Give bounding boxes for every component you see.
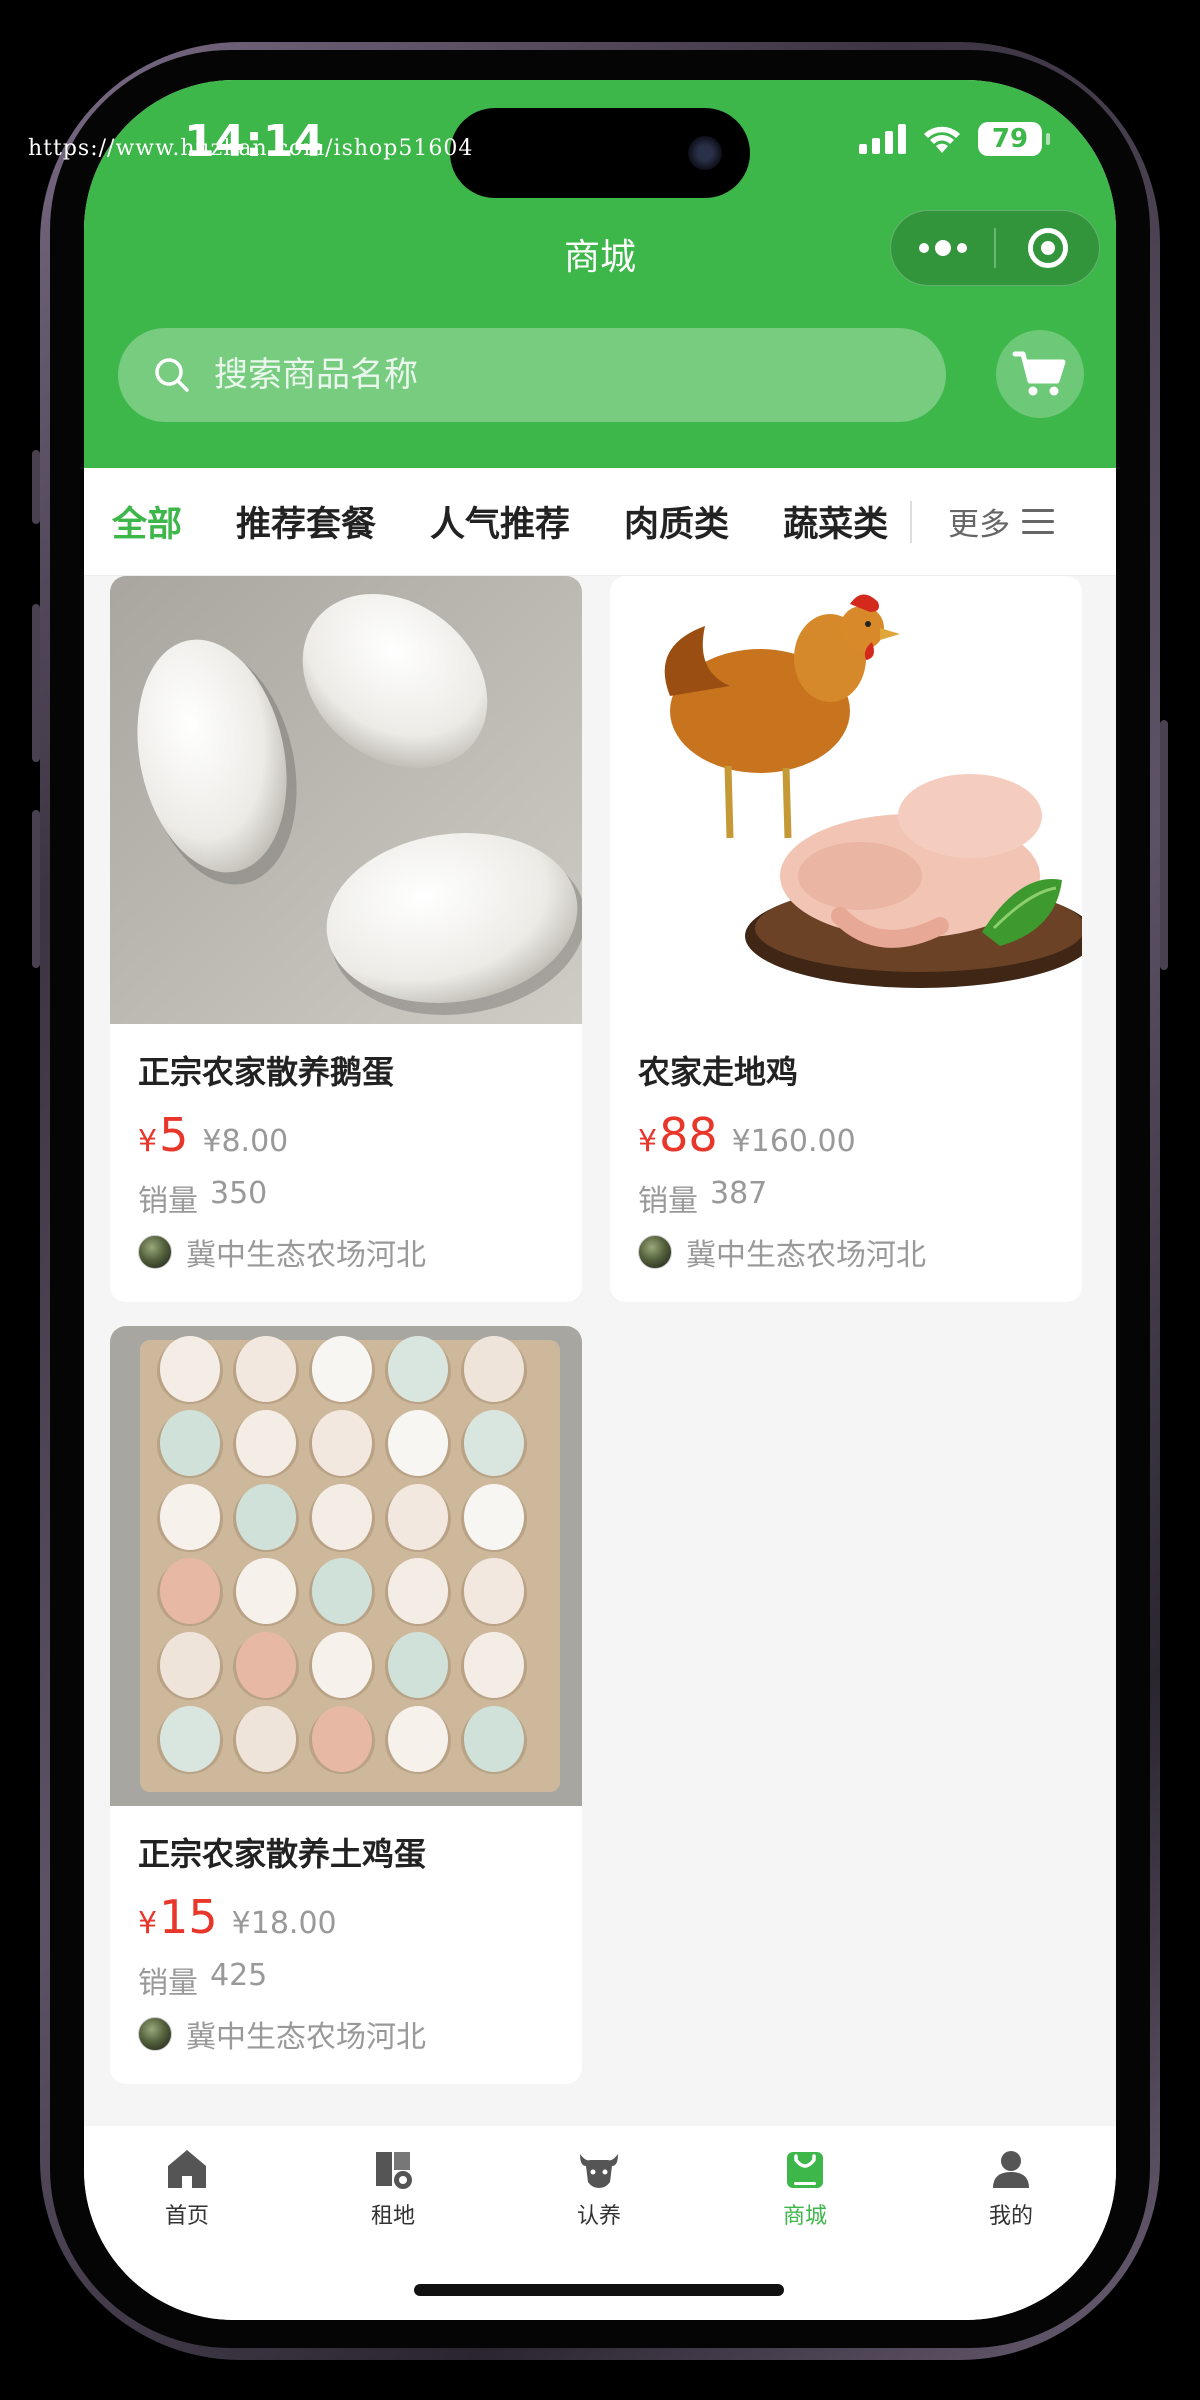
goose-eggs-image	[110, 576, 582, 1024]
sales-label: 销量	[138, 1966, 198, 2001]
more-categories-button[interactable]: 更多	[948, 499, 1055, 544]
farm-info: 冀中生态农场河北	[138, 1230, 554, 1274]
tab-all[interactable]: 全部	[112, 496, 182, 547]
product-card[interactable]: 正宗农家散养鹅蛋 ¥ 5 ¥8.00 销量 350 冀中生态农场河北	[110, 576, 582, 1302]
tabbar-label: 认养	[576, 2204, 621, 2229]
price-row: ¥ 5 ¥8.00	[138, 1108, 554, 1162]
more-label: 更多	[948, 507, 1011, 543]
search-icon	[155, 358, 189, 392]
original-price: ¥18.00	[231, 1906, 337, 1941]
miniprogram-capsule	[890, 210, 1100, 286]
sales-count: 销量 425	[138, 1958, 554, 2002]
sales-value: 350	[210, 1176, 268, 1211]
egg-tray-image	[110, 1326, 582, 1806]
farm-info: 冀中生态农场河北	[638, 1230, 1054, 1274]
tabbar-label: 首页	[164, 2204, 209, 2229]
signal-icon	[859, 124, 906, 154]
price-row: ¥ 88 ¥160.00	[638, 1108, 1054, 1162]
battery-tip	[1046, 133, 1050, 145]
tab-divider	[910, 500, 913, 543]
sales-label: 销量	[638, 1184, 698, 1219]
cart-button[interactable]	[996, 330, 1084, 418]
sales-count: 销量 387	[638, 1176, 1054, 1220]
camera-icon	[688, 136, 722, 170]
tabbar-item-mine[interactable]: 我的	[908, 2126, 1114, 2320]
tab-popular[interactable]: 人气推荐	[430, 496, 570, 547]
farm-name: 冀中生态农场河北	[686, 1238, 926, 1273]
product-name: 正宗农家散养鹅蛋	[138, 1053, 395, 1091]
watermark-text: https://www.huzhan.com/ishop51604	[28, 136, 474, 161]
chicken-image	[610, 576, 1082, 1024]
farm-info: 冀中生态农场河北	[138, 2012, 554, 2056]
volume-down-button	[32, 810, 40, 968]
tabbar-label: 商城	[782, 2204, 827, 2229]
close-target-icon[interactable]	[996, 228, 1099, 268]
menu-icon	[1022, 509, 1055, 534]
mute-switch	[32, 450, 40, 524]
farm-name: 冀中生态农场河北	[186, 1238, 426, 1273]
product-price: 88	[659, 1108, 718, 1162]
home-icon	[168, 2150, 206, 2188]
farm-avatar	[638, 1235, 672, 1269]
product-card[interactable]: 农家走地鸡 ¥ 88 ¥160.00 销量 387 冀中生态农场河北	[610, 576, 1082, 1302]
currency-symbol: ¥	[138, 1124, 158, 1159]
shop-bag-icon	[787, 2152, 823, 2188]
sales-count: 销量 350	[138, 1176, 554, 1220]
sales-value: 425	[210, 1958, 268, 1993]
cow-icon	[580, 2154, 618, 2188]
land-icon	[376, 2152, 412, 2189]
currency-symbol: ¥	[638, 1124, 658, 1159]
farm-name: 冀中生态农场河北	[186, 2020, 426, 2055]
tab-meat[interactable]: 肉质类	[624, 496, 729, 547]
sales-value: 387	[710, 1176, 768, 1211]
search-bar[interactable]	[118, 328, 946, 422]
user-icon	[993, 2151, 1029, 2188]
product-card[interactable]: 正宗农家散养土鸡蛋 ¥ 15 ¥18.00 销量 425 冀中生态农场河北	[110, 1326, 582, 2084]
currency-symbol: ¥	[138, 1906, 158, 1941]
battery-icon: 79	[978, 122, 1042, 156]
phone-screen: 14:14 79 商城 搜索商品名称 全部 推荐套餐 人气推荐 肉质类 蔬菜类 …	[84, 80, 1116, 2320]
search-input[interactable]	[214, 355, 814, 395]
volume-up-button	[32, 604, 40, 762]
product-name: 正宗农家散养土鸡蛋	[138, 1835, 427, 1873]
dynamic-island	[450, 108, 750, 198]
wifi-icon	[924, 126, 960, 153]
tabbar-label: 我的	[988, 2204, 1033, 2229]
price-row: ¥ 15 ¥18.00	[138, 1890, 554, 1944]
cart-icon	[1012, 351, 1066, 396]
power-button	[1160, 720, 1168, 970]
tabbar-item-home[interactable]: 首页	[84, 2126, 290, 2320]
home-indicator	[414, 2284, 784, 2296]
status-icons: 79	[859, 122, 1050, 156]
tab-recommended-package[interactable]: 推荐套餐	[236, 496, 376, 547]
tab-vegetables[interactable]: 蔬菜类	[783, 496, 888, 547]
more-dots-icon[interactable]	[891, 240, 994, 256]
category-tabs: 全部 推荐套餐 人气推荐 肉质类 蔬菜类 更多	[84, 468, 1116, 576]
farm-avatar	[138, 1235, 172, 1269]
product-name: 农家走地鸡	[638, 1053, 799, 1091]
sales-label: 销量	[138, 1184, 198, 1219]
product-price: 5	[159, 1108, 189, 1162]
original-price: ¥160.00	[731, 1124, 856, 1159]
tabbar-label: 租地	[370, 2204, 415, 2229]
product-grid: 正宗农家散养鹅蛋 ¥ 5 ¥8.00 销量 350 冀中生态农场河北 农家走地鸡…	[84, 576, 1116, 2126]
original-price: ¥8.00	[202, 1124, 289, 1159]
farm-avatar	[138, 2017, 172, 2051]
product-price: 15	[159, 1890, 218, 1944]
